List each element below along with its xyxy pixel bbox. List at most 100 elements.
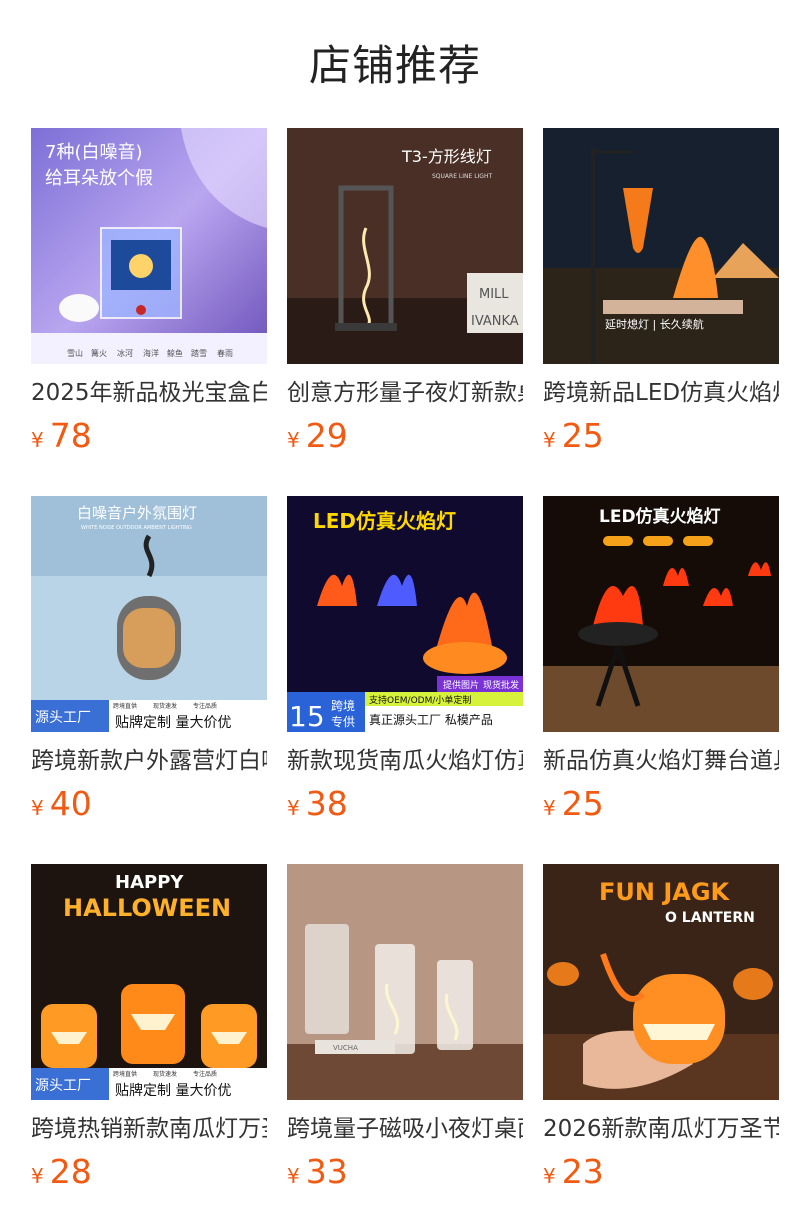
price-value: 38 (305, 784, 348, 823)
price-value: 25 (561, 416, 604, 455)
image-title: HAPPY (115, 872, 184, 893)
product-price: ¥25 (543, 416, 604, 456)
product-image[interactable]: FUN JAGK O LANTERN (543, 864, 779, 1100)
product-price: ¥40 (31, 784, 92, 824)
currency-symbol: ¥ (31, 796, 44, 820)
price-value: 29 (305, 416, 348, 455)
product-image[interactable]: VUCHA (287, 864, 523, 1100)
currency-symbol: ¥ (543, 1164, 556, 1188)
product-name[interactable]: 新款现货南瓜火焰灯仿真火焰灯 (287, 744, 523, 778)
image-title: 白噪音户外氛围灯 (77, 504, 197, 522)
promo-text: 贴牌定制 量大价优 (115, 714, 231, 731)
product-image[interactable]: HAPPY HALLOWEEN 源头工厂 跨境直供 现货速发 专注品质 贴牌定制… (31, 864, 267, 1100)
product-image[interactable]: 7种(白噪音) 给耳朵放个假 雪山 篝火 冰河 海洋 鲸鱼 踏雪 春雨 (31, 128, 267, 364)
badge-text: 跨境 (331, 698, 355, 713)
product-card[interactable]: 延时熄灯 | 长久续航 跨境新品LED仿真火焰灯露营灯 ¥25 (543, 128, 779, 458)
tag-text: 提供图片 (443, 679, 479, 691)
product-card[interactable]: T3-方形线灯 SQUARE LINE LIGHT MILL IVANKA 创意… (287, 128, 523, 458)
product-image[interactable]: LED仿真火焰灯 提供图片 现货批发 15 跨境 专供 支持OEM/ODM/小单… (287, 496, 523, 732)
image-title: FUN JAGK (599, 878, 731, 906)
flame-lamp-camping-image: 延时熄灯 | 长久续航 (543, 128, 779, 364)
price-value: 25 (561, 784, 604, 823)
product-card[interactable]: LED仿真火焰灯 新品仿真火焰灯舞台道具装饰灯 ¥25 (543, 496, 779, 826)
promo-text: 真正源头工厂 私模产品 (369, 713, 493, 727)
image-label: 雪山 (67, 348, 83, 358)
product-price: ¥33 (287, 1152, 348, 1192)
image-label: 冰河 (117, 348, 133, 358)
badge-text: 源头工厂 (35, 710, 91, 726)
promo-text: 贴牌定制 量大价优 (115, 1082, 231, 1099)
image-label: 鲸鱼 (167, 348, 183, 358)
price-value: 28 (49, 1152, 92, 1191)
image-subtitle: SQUARE LINE LIGHT (432, 173, 492, 180)
currency-symbol: ¥ (31, 428, 44, 452)
image-label: 春雨 (217, 348, 233, 358)
image-title: LED仿真火焰灯 (313, 509, 456, 533)
product-price: ¥25 (543, 784, 604, 824)
price-value: 23 (561, 1152, 604, 1191)
tag-text: 专注品质 (193, 702, 217, 710)
page-title: 店铺推荐 (308, 41, 481, 90)
currency-symbol: ¥ (287, 1164, 300, 1188)
jack-o-lantern-lamp-image: FUN JAGK O LANTERN (543, 864, 779, 1100)
product-price: ¥78 (31, 416, 92, 456)
product-price: ¥38 (287, 784, 348, 824)
product-name[interactable]: 2025年新品极光宝盒白噪音氛围灯 (31, 376, 267, 410)
book-text: MILL (479, 287, 509, 302)
product-card[interactable]: 7种(白噪音) 给耳朵放个假 雪山 篝火 冰河 海洋 鲸鱼 踏雪 春雨 2025… (31, 128, 267, 458)
price-value: 78 (49, 416, 92, 455)
led-flame-lamp-stage-image: LED仿真火焰灯 (543, 496, 779, 732)
currency-symbol: ¥ (31, 1164, 44, 1188)
tag-text: 跨境直供 (113, 702, 137, 710)
product-image[interactable]: T3-方形线灯 SQUARE LINE LIGHT MILL IVANKA (287, 128, 523, 364)
price-value: 33 (305, 1152, 348, 1191)
product-card[interactable]: LED仿真火焰灯 提供图片 现货批发 15 跨境 专供 支持OEM/ODM/小单… (287, 496, 523, 826)
product-image[interactable]: LED仿真火焰灯 (543, 496, 779, 732)
tag-text: 现货批发 (483, 679, 519, 691)
halloween-pumpkin-lamp-image: HAPPY HALLOWEEN 源头工厂 跨境直供 现货速发 专注品质 贴牌定制… (31, 864, 267, 1100)
promo-text: 支持OEM/ODM/小单定制 (369, 694, 471, 706)
magnetic-night-light-image: VUCHA (287, 864, 523, 1100)
tag-text: 跨境直供 (113, 1070, 137, 1078)
product-name[interactable]: 跨境热销新款南瓜灯万圣节装饰 (31, 1112, 267, 1146)
image-label: 海洋 (143, 348, 159, 358)
currency-symbol: ¥ (287, 796, 300, 820)
image-title: HALLOWEEN (63, 894, 231, 922)
product-name[interactable]: 跨境量子磁吸小夜灯桌面氛围灯 (287, 1112, 523, 1146)
image-label: 踏雪 (191, 348, 207, 358)
image-subtitle: O LANTERN (665, 910, 755, 926)
product-name[interactable]: 跨境新品LED仿真火焰灯露营灯 (543, 376, 779, 410)
product-card[interactable]: 白噪音户外氛围灯 WHITE NOISE OUTDOOR AMBIENT LIG… (31, 496, 267, 826)
product-card[interactable]: FUN JAGK O LANTERN 2026新款南瓜灯万圣节手提灯 ¥23 (543, 864, 779, 1194)
book-text: VUCHA (333, 1044, 358, 1052)
image-caption: 延时熄灯 | 长久续航 (605, 317, 704, 331)
white-noise-outdoor-light-image: 白噪音户外氛围灯 WHITE NOISE OUTDOOR AMBIENT LIG… (31, 496, 267, 732)
product-card[interactable]: VUCHA 跨境量子磁吸小夜灯桌面氛围灯 ¥33 (287, 864, 523, 1194)
image-text-1: 7种(白噪音) (45, 142, 143, 163)
image-title: T3-方形线灯 (401, 147, 492, 166)
product-name[interactable]: 新品仿真火焰灯舞台道具装饰灯 (543, 744, 779, 778)
tag-text: 现货速发 (153, 702, 177, 710)
image-label: 篝火 (91, 348, 107, 358)
product-price: ¥28 (31, 1152, 92, 1192)
pumpkin-flame-lamp-image: LED仿真火焰灯 提供图片 现货批发 15 跨境 专供 支持OEM/ODM/小单… (287, 496, 523, 732)
currency-symbol: ¥ (287, 428, 300, 452)
badge-text: 专供 (331, 714, 355, 729)
product-name[interactable]: 创意方形量子夜灯新款桌面台灯 (287, 376, 523, 410)
image-text-2: 给耳朵放个假 (45, 168, 153, 189)
tag-text: 现货速发 (153, 1070, 177, 1078)
image-title: LED仿真火焰灯 (599, 506, 721, 527)
product-card[interactable]: HAPPY HALLOWEEN 源头工厂 跨境直供 现货速发 专注品质 贴牌定制… (31, 864, 267, 1194)
aurora-box-image: 7种(白噪音) 给耳朵放个假 雪山 篝火 冰河 海洋 鲸鱼 踏雪 春雨 (31, 128, 267, 364)
product-name[interactable]: 2026新款南瓜灯万圣节手提灯 (543, 1112, 779, 1146)
square-line-light-image: T3-方形线灯 SQUARE LINE LIGHT MILL IVANKA (287, 128, 523, 364)
product-image[interactable]: 白噪音户外氛围灯 WHITE NOISE OUTDOOR AMBIENT LIG… (31, 496, 267, 732)
product-name[interactable]: 跨境新款户外露营灯白噪音氛围灯 (31, 744, 267, 778)
price-value: 40 (49, 784, 92, 823)
product-price: ¥23 (543, 1152, 604, 1192)
currency-symbol: ¥ (543, 428, 556, 452)
badge-text: 源头工厂 (35, 1078, 91, 1094)
product-image[interactable]: 延时熄灯 | 长久续航 (543, 128, 779, 364)
book-text: IVANKA (471, 314, 519, 329)
tag-text: 专注品质 (193, 1070, 217, 1078)
